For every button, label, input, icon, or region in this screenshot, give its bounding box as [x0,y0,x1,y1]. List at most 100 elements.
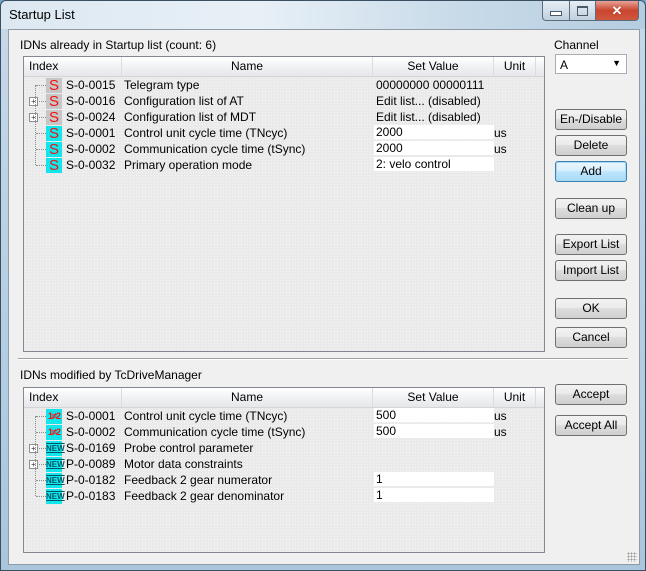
column-header-set-value[interactable]: Set Value [373,388,494,407]
column-header-index[interactable]: Index [24,57,122,76]
row-index: S-0-0169 [66,441,116,455]
channel-select[interactable]: A ▼ [555,54,627,74]
sercos-parameter-icon: S [46,158,62,173]
minimize-icon [550,11,562,16]
expand-plus-icon[interactable]: + [29,460,38,469]
title-bar[interactable]: Startup List ✕ [1,1,645,29]
table-row[interactable]: + NEW S-0-0169 Probe control parameter [24,440,544,456]
expand-plus-icon[interactable]: + [29,113,38,122]
set-value-input[interactable]: 1 [374,488,494,502]
en-disable-button[interactable]: En-/Disable [555,109,627,130]
import-list-button[interactable]: Import List [555,260,627,281]
startup-list-window: Startup List ✕ IDNs already in Startup l… [0,0,646,571]
cancel-button[interactable]: Cancel [555,327,627,348]
column-header-set-value[interactable]: Set Value [373,57,494,76]
tree-connector [36,85,46,86]
modified-list-label: IDNs modified by TcDriveManager [20,368,202,382]
add-button[interactable]: Add [555,161,627,182]
sercos-parameter-disabled-icon: S [46,78,62,93]
caption-buttons: ✕ [542,1,639,21]
row-index: P-0-0089 [66,457,116,471]
row-index: S-0-0016 [66,94,116,108]
new-parameter-icon: NEW [46,457,65,472]
column-header-name[interactable]: Name [122,388,373,407]
row-name: Feedback 2 gear denominator [124,489,285,503]
section-divider [18,358,628,360]
table-row[interactable]: S S-0-0032 Primary operation mode 2: velo c… [24,157,544,173]
modified-rows: 1≠2 S-0-0001 Control unit cycle time (TNcy… [24,408,544,504]
set-value-input[interactable]: 500 [374,424,494,438]
maximize-button[interactable] [570,1,596,21]
table-row[interactable]: + NEW P-0-0089 Motor data constraints [24,456,544,472]
table-row[interactable]: S S-0-0015 Telegram type 00000000 00000111 [24,77,544,93]
table-row[interactable]: 1≠2 S-0-0001 Control unit cycle time (TNcy… [24,408,544,424]
set-value-input[interactable]: 2000 [374,125,494,139]
row-index: S-0-0015 [66,78,116,92]
row-name: Telegram type [124,78,200,92]
export-list-button[interactable]: Export List [555,234,627,255]
table-row[interactable]: NEW P-0-0182 Feedback 2 gear numerator 1 [24,472,544,488]
tree-connector [36,165,46,166]
expand-plus-icon[interactable]: + [29,97,38,106]
column-header-unit[interactable]: Unit [494,57,536,76]
table-row[interactable]: NEW P-0-0183 Feedback 2 gear denominator 1 [24,488,544,504]
tree-connector [36,480,46,481]
delete-button[interactable]: Delete [555,135,627,156]
ok-button[interactable]: OK [555,298,627,319]
accept-button[interactable]: Accept [555,384,627,405]
row-name: Configuration list of AT [124,94,244,108]
tree-connector [36,149,46,150]
row-name: Configuration list of MDT [124,110,257,124]
sercos-parameter-icon: S [46,142,62,157]
startup-rows: S S-0-0015 Telegram type 00000000 00000111 +… [24,77,544,173]
column-header-unit[interactable]: Unit [494,388,536,407]
table-row[interactable]: S S-0-0002 Communication cycle time (tSync… [24,141,544,157]
row-name: Communication cycle time (tSync) [124,425,306,439]
row-name: Communication cycle time (tSync) [124,142,306,156]
set-value-input[interactable]: 2: velo control [374,157,494,171]
set-value-input[interactable]: 2000 [374,141,494,155]
row-index: P-0-0182 [66,473,116,487]
table-row[interactable]: + S S-0-0024 Configuration list of MDT Edit … [24,109,544,125]
row-index: S-0-0001 [66,409,116,423]
modified-list-grid[interactable]: Index Name Set Value Unit 1≠2 S-0-0001 Con… [23,387,545,553]
dialog-client-area: IDNs already in Startup list (count: 6) … [8,29,640,565]
column-header-name[interactable]: Name [122,57,373,76]
channel-label: Channel [554,38,599,52]
maximize-icon [577,5,588,16]
row-unit: us [494,126,507,140]
set-value-input[interactable]: 500 [374,408,494,422]
tree-connector [36,416,46,417]
table-row[interactable]: 1≠2 S-0-0002 Communication cycle time (tSy… [24,424,544,440]
set-value-text: Edit list... (disabled) [376,110,481,124]
set-value-text: Edit list... (disabled) [376,94,481,108]
expand-plus-icon[interactable]: + [29,444,38,453]
minimize-button[interactable] [542,1,570,21]
set-value-input[interactable]: 1 [374,472,494,486]
sercos-parameter-disabled-icon: S [46,110,62,125]
row-name: Primary operation mode [124,158,253,172]
close-button[interactable]: ✕ [596,1,639,21]
clean-up-button[interactable]: Clean up [555,198,627,219]
tree-connector [36,496,46,497]
accept-all-button[interactable]: Accept All [555,415,627,436]
value-differs-icon: 1≠2 [46,425,62,440]
row-index: S-0-0024 [66,110,116,124]
resize-grip[interactable] [627,552,637,562]
row-name: Control unit cycle time (TNcyc) [124,126,288,140]
table-row[interactable]: + S S-0-0016 Configuration list of AT Edit l… [24,93,544,109]
row-index: P-0-0183 [66,489,116,503]
value-differs-icon: 1≠2 [46,409,62,424]
startup-list-grid[interactable]: Index Name Set Value Unit S S-0-0015 Teleg… [23,56,545,352]
tree-connector-vertical [35,416,36,496]
startup-list-label: IDNs already in Startup list (count: 6) [20,38,217,52]
set-value-text: 00000000 00000111 [376,78,485,92]
table-row[interactable]: S S-0-0001 Control unit cycle time (TNcyc)… [24,125,544,141]
new-parameter-icon: NEW [46,441,65,456]
channel-selected-value: A [560,58,569,72]
tree-connector-vertical [35,85,36,165]
row-name: Control unit cycle time (TNcyc) [124,409,288,423]
row-index: S-0-0002 [66,142,116,156]
new-parameter-icon: NEW [46,489,65,504]
column-header-index[interactable]: Index [24,388,122,407]
